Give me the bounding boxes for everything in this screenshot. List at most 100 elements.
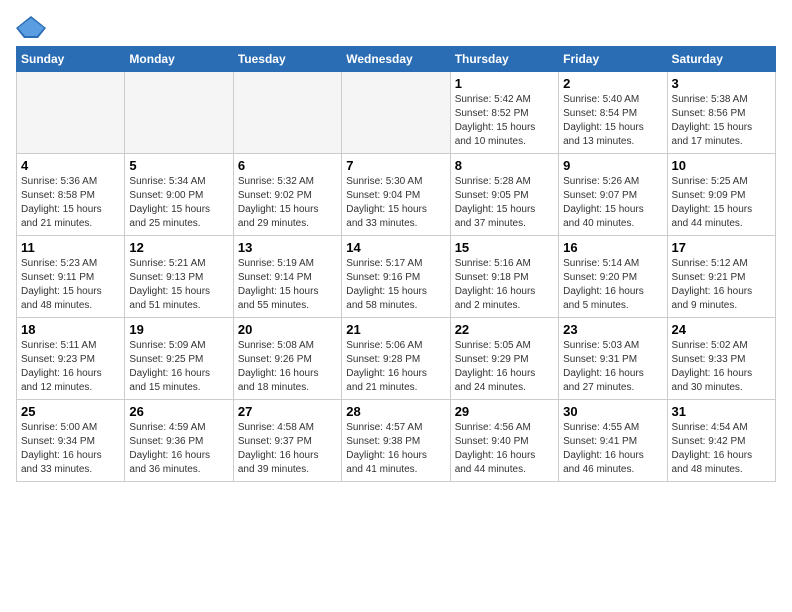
day-info: Sunrise: 5:02 AM Sunset: 9:33 PM Dayligh… xyxy=(672,339,771,395)
day-header-friday: Friday xyxy=(559,47,667,72)
day-info: Sunrise: 5:17 AM Sunset: 9:16 PM Dayligh… xyxy=(346,257,445,313)
calendar-cell: 14 Sunrise: 5:17 AM Sunset: 9:16 PM Dayli… xyxy=(342,236,450,318)
day-number: 27 xyxy=(238,404,337,419)
calendar-cell: 23Sunrise: 5:03 AM Sunset: 9:31 PM Dayli… xyxy=(559,318,667,400)
day-number: 6 xyxy=(238,158,337,173)
day-info: Sunrise: 5:16 AM Sunset: 9:18 PM Dayligh… xyxy=(455,257,554,313)
day-number: 30 xyxy=(563,404,662,419)
day-info: Sunrise: 5:36 AM Sunset: 8:58 PM Dayligh… xyxy=(21,175,120,231)
day-number: 16 xyxy=(563,240,662,255)
logo xyxy=(16,16,50,38)
day-info: Sunrise: 5:25 AM Sunset: 9:09 PM Dayligh… xyxy=(672,175,771,231)
calendar-cell: 13 Sunrise: 5:19 AM Sunset: 9:14 PM Dayli… xyxy=(233,236,341,318)
day-info: Sunrise: 4:54 AM Sunset: 9:42 PM Dayligh… xyxy=(672,421,771,477)
calendar-cell: 2Sunrise: 5:40 AM Sunset: 8:54 PM Daylig… xyxy=(559,72,667,154)
calendar-cell: 24 Sunrise: 5:02 AM Sunset: 9:33 PM Dayli… xyxy=(667,318,775,400)
day-number: 11 xyxy=(21,240,120,255)
calendar-cell: 8Sunrise: 5:28 AM Sunset: 9:05 PM Daylig… xyxy=(450,154,558,236)
calendar-cell xyxy=(125,72,233,154)
calendar-cell: 30 Sunrise: 4:55 AM Sunset: 9:41 PM Dayli… xyxy=(559,400,667,482)
calendar-cell: 5 Sunrise: 5:34 AM Sunset: 9:00 PM Daylig… xyxy=(125,154,233,236)
calendar-cell: 4 Sunrise: 5:36 AM Sunset: 8:58 PM Daylig… xyxy=(17,154,125,236)
calendar-cell: 27 Sunrise: 4:58 AM Sunset: 9:37 PM Dayli… xyxy=(233,400,341,482)
day-header-wednesday: Wednesday xyxy=(342,47,450,72)
day-info: Sunrise: 4:59 AM Sunset: 9:36 PM Dayligh… xyxy=(129,421,228,477)
day-info: Sunrise: 5:23 AM Sunset: 9:11 PM Dayligh… xyxy=(21,257,120,313)
calendar-week-row: 25 Sunrise: 5:00 AM Sunset: 9:34 PM Dayli… xyxy=(17,400,776,482)
day-number: 18 xyxy=(21,322,120,337)
day-number: 12 xyxy=(129,240,228,255)
day-info: Sunrise: 5:21 AM Sunset: 9:13 PM Dayligh… xyxy=(129,257,228,313)
day-header-tuesday: Tuesday xyxy=(233,47,341,72)
day-info: Sunrise: 5:12 AM Sunset: 9:21 PM Dayligh… xyxy=(672,257,771,313)
calendar-cell: 9 Sunrise: 5:26 AM Sunset: 9:07 PM Daylig… xyxy=(559,154,667,236)
day-info: Sunrise: 4:55 AM Sunset: 9:41 PM Dayligh… xyxy=(563,421,662,477)
day-info: Sunrise: 5:34 AM Sunset: 9:00 PM Dayligh… xyxy=(129,175,228,231)
day-number: 22 xyxy=(455,322,554,337)
calendar-cell: 25 Sunrise: 5:00 AM Sunset: 9:34 PM Dayli… xyxy=(17,400,125,482)
day-number: 13 xyxy=(238,240,337,255)
day-info: Sunrise: 5:32 AM Sunset: 9:02 PM Dayligh… xyxy=(238,175,337,231)
day-info: Sunrise: 5:00 AM Sunset: 9:34 PM Dayligh… xyxy=(21,421,120,477)
calendar-cell: 31Sunrise: 4:54 AM Sunset: 9:42 PM Dayli… xyxy=(667,400,775,482)
calendar-week-row: 18 Sunrise: 5:11 AM Sunset: 9:23 PM Dayli… xyxy=(17,318,776,400)
day-number: 20 xyxy=(238,322,337,337)
calendar-cell xyxy=(17,72,125,154)
day-number: 25 xyxy=(21,404,120,419)
day-info: Sunrise: 5:14 AM Sunset: 9:20 PM Dayligh… xyxy=(563,257,662,313)
day-number: 29 xyxy=(455,404,554,419)
day-header-monday: Monday xyxy=(125,47,233,72)
day-number: 24 xyxy=(672,322,771,337)
day-info: Sunrise: 5:11 AM Sunset: 9:23 PM Dayligh… xyxy=(21,339,120,395)
day-number: 4 xyxy=(21,158,120,173)
day-info: Sunrise: 5:09 AM Sunset: 9:25 PM Dayligh… xyxy=(129,339,228,395)
calendar-cell: 16 Sunrise: 5:14 AM Sunset: 9:20 PM Dayli… xyxy=(559,236,667,318)
day-info: Sunrise: 4:58 AM Sunset: 9:37 PM Dayligh… xyxy=(238,421,337,477)
day-number: 19 xyxy=(129,322,228,337)
calendar-header-row: SundayMondayTuesdayWednesdayThursdayFrid… xyxy=(17,47,776,72)
day-number: 1 xyxy=(455,76,554,91)
day-info: Sunrise: 5:38 AM Sunset: 8:56 PM Dayligh… xyxy=(672,93,771,149)
calendar-cell: 6 Sunrise: 5:32 AM Sunset: 9:02 PM Daylig… xyxy=(233,154,341,236)
day-info: Sunrise: 5:06 AM Sunset: 9:28 PM Dayligh… xyxy=(346,339,445,395)
day-info: Sunrise: 5:08 AM Sunset: 9:26 PM Dayligh… xyxy=(238,339,337,395)
calendar-cell: 21 Sunrise: 5:06 AM Sunset: 9:28 PM Dayli… xyxy=(342,318,450,400)
day-info: Sunrise: 5:30 AM Sunset: 9:04 PM Dayligh… xyxy=(346,175,445,231)
day-header-saturday: Saturday xyxy=(667,47,775,72)
day-number: 10 xyxy=(672,158,771,173)
calendar-cell: 15 Sunrise: 5:16 AM Sunset: 9:18 PM Dayli… xyxy=(450,236,558,318)
page-header xyxy=(16,16,776,38)
calendar-cell: 26 Sunrise: 4:59 AM Sunset: 9:36 PM Dayli… xyxy=(125,400,233,482)
calendar-cell: 29 Sunrise: 4:56 AM Sunset: 9:40 PM Dayli… xyxy=(450,400,558,482)
calendar-cell: 11 Sunrise: 5:23 AM Sunset: 9:11 PM Dayli… xyxy=(17,236,125,318)
day-header-sunday: Sunday xyxy=(17,47,125,72)
day-info: Sunrise: 5:28 AM Sunset: 9:05 PM Dayligh… xyxy=(455,175,554,231)
day-number: 28 xyxy=(346,404,445,419)
day-number: 9 xyxy=(563,158,662,173)
day-number: 5 xyxy=(129,158,228,173)
calendar-cell: 19 Sunrise: 5:09 AM Sunset: 9:25 PM Dayli… xyxy=(125,318,233,400)
day-info: Sunrise: 5:26 AM Sunset: 9:07 PM Dayligh… xyxy=(563,175,662,231)
calendar-cell xyxy=(233,72,341,154)
day-number: 3 xyxy=(672,76,771,91)
day-info: Sunrise: 4:56 AM Sunset: 9:40 PM Dayligh… xyxy=(455,421,554,477)
day-header-thursday: Thursday xyxy=(450,47,558,72)
day-number: 26 xyxy=(129,404,228,419)
day-number: 21 xyxy=(346,322,445,337)
calendar-cell: 3 Sunrise: 5:38 AM Sunset: 8:56 PM Daylig… xyxy=(667,72,775,154)
calendar-week-row: 11 Sunrise: 5:23 AM Sunset: 9:11 PM Dayli… xyxy=(17,236,776,318)
calendar-cell: 1Sunrise: 5:42 AM Sunset: 8:52 PM Daylig… xyxy=(450,72,558,154)
day-info: Sunrise: 5:05 AM Sunset: 9:29 PM Dayligh… xyxy=(455,339,554,395)
day-number: 15 xyxy=(455,240,554,255)
calendar-cell: 20 Sunrise: 5:08 AM Sunset: 9:26 PM Dayli… xyxy=(233,318,341,400)
calendar-table: SundayMondayTuesdayWednesdayThursdayFrid… xyxy=(16,46,776,482)
day-number: 14 xyxy=(346,240,445,255)
day-info: Sunrise: 5:19 AM Sunset: 9:14 PM Dayligh… xyxy=(238,257,337,313)
day-info: Sunrise: 5:03 AM Sunset: 9:31 PM Dayligh… xyxy=(563,339,662,395)
day-info: Sunrise: 5:40 AM Sunset: 8:54 PM Dayligh… xyxy=(563,93,662,149)
calendar-cell: 10 Sunrise: 5:25 AM Sunset: 9:09 PM Dayli… xyxy=(667,154,775,236)
calendar-cell: 7 Sunrise: 5:30 AM Sunset: 9:04 PM Daylig… xyxy=(342,154,450,236)
day-number: 7 xyxy=(346,158,445,173)
calendar-cell: 22 Sunrise: 5:05 AM Sunset: 9:29 PM Dayli… xyxy=(450,318,558,400)
calendar-cell: 12 Sunrise: 5:21 AM Sunset: 9:13 PM Dayli… xyxy=(125,236,233,318)
